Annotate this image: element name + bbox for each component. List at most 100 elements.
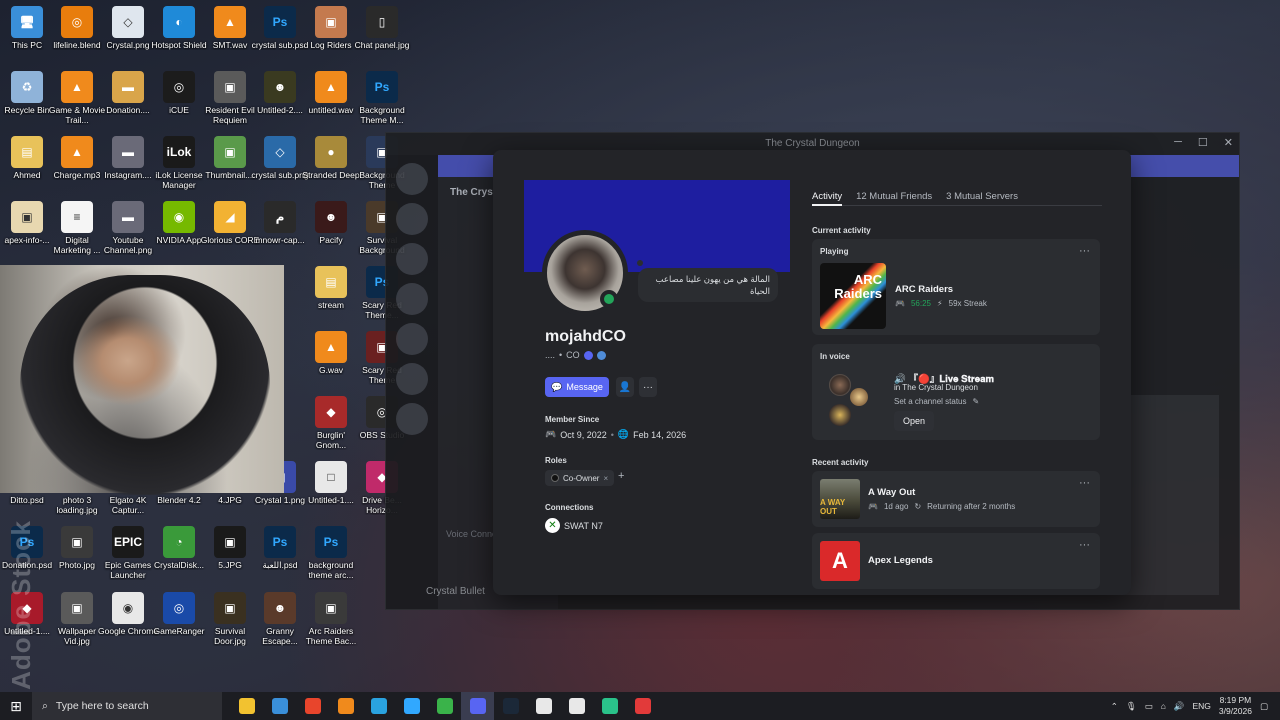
desktop-icon[interactable]: ☻ Granny Escape... [253,592,307,654]
server-icon[interactable] [396,243,428,275]
desktop-icon[interactable]: ☻ Pacify [304,201,358,263]
desktop-icon[interactable]: EPIC Epic Games Launcher [101,526,155,588]
desktop-icon[interactable]: ▲ untitled.wav [304,71,358,133]
desktop-icon[interactable]: ▬ Donation.... [101,71,155,133]
desktop-icon[interactable]: ♻ Recycle Bin [0,71,54,133]
taskbar-app-steam[interactable] [494,692,527,720]
desktop-icon[interactable]: ▲ Charge.mp3 [50,136,104,198]
desktop-icon[interactable]: Ps crystal sub.psd [252,6,308,68]
desktop-icon[interactable]: ▣ Arc Raiders Theme Bac... [304,592,358,654]
desktop-icon[interactable]: ◢ Glorious CORE [201,201,259,263]
desktop-icon[interactable]: Ps background theme arc... [304,526,358,588]
desktop-icon[interactable]: ◇ Crystal.png [101,6,155,68]
desktop-icon[interactable]: 🖥 This PC [0,6,54,68]
taskbar-app-epic[interactable] [527,692,560,720]
activity-menu-icon[interactable]: ··· [1079,539,1090,551]
desktop-icon[interactable]: ▣ 5.JPG [203,526,257,588]
server-icon[interactable] [396,163,428,195]
activity-menu-icon[interactable]: ··· [1079,477,1090,489]
desktop-icon[interactable]: ▯ Chat panel.jpg [355,6,409,68]
notifications-icon[interactable]: ▢ [1260,701,1268,712]
voice-member-avatar[interactable] [829,374,851,396]
desktop-icon[interactable]: ≡ Digital Marketing ... [50,201,104,263]
add-role-button[interactable]: + [618,470,624,482]
desktop-icon[interactable]: ◐ Hotspot Shield [151,6,207,68]
desktop-icon[interactable]: ▲ SMT.wav [203,6,257,68]
desktop-icon[interactable]: ● Stranded Deep [302,136,360,198]
voice-member-avatar[interactable] [850,388,868,406]
desktop-icon[interactable]: ◔ CrystalDisk... [152,526,206,588]
desktop-icon[interactable]: ▣ Thumbnail.... [203,136,257,198]
clock[interactable]: 8:19 PM 3/9/2026 [1219,695,1252,717]
taskbar-app-capcut[interactable] [560,692,593,720]
server-icon[interactable] [396,323,428,355]
desktop-icon[interactable]: ◇ crystal sub.png [251,136,309,198]
start-button[interactable]: ⊞ [0,692,32,720]
desktop-icon[interactable]: ▣ Log Riders [304,6,358,68]
desktop-icon[interactable]: ▣ Photo.jpg [50,526,104,588]
desktop-icon[interactable]: ▣ Wallpaper Vid.jpg [50,592,104,654]
desktop-icon[interactable]: ☻ Untitled-2.... [253,71,307,133]
taskbar-app-discord[interactable] [461,692,494,720]
desktop-icon[interactable]: ◉ NVIDIA App [152,201,206,263]
desktop-icon[interactable]: ▬ Youtube Channel.png [101,201,155,263]
voice-member-avatar[interactable] [829,404,851,426]
connection-row[interactable]: ✕ SWAT N7 [545,518,603,533]
recent-activity-item[interactable]: A ··· Apex Legends [812,533,1100,589]
taskbar-app-telegram[interactable] [362,692,395,720]
taskbar-app-obs[interactable] [626,692,659,720]
desktop-icon[interactable]: ◎ lifeline.blend [50,6,104,68]
tab-mutual-servers[interactable]: 3 Mutual Servers [946,180,1018,205]
taskbar-app-shield[interactable] [428,692,461,720]
taskbar-app-app-green[interactable] [593,692,626,720]
desktop-icon[interactable]: ▬ Instagram.... [101,136,155,198]
desktop-icon[interactable]: ◉ Google Chrome [98,592,158,654]
taskbar-app-photoshop[interactable] [395,692,428,720]
more-options-button[interactable]: ··· [639,377,657,397]
recent-activity-item[interactable]: A WAY OUT ··· A Way Out 🎮 1d ago ↻ Retur… [812,471,1100,527]
desktop-icon[interactable]: ▲ G.wav [304,331,358,393]
open-voice-button[interactable]: Open [894,411,934,431]
network-icon[interactable]: ⌂ [1161,701,1166,711]
activity-menu-icon[interactable]: ··· [1079,245,1090,257]
badge-icon[interactable] [583,350,593,360]
message-button[interactable]: 💬 Message [545,377,609,397]
remove-role-icon[interactable]: × [603,474,608,483]
language-indicator[interactable]: ENG [1192,701,1210,711]
desktop-icon[interactable]: Ps Background Theme M... [355,71,409,133]
desktop-icon[interactable]: □ Untitled-1.... [304,461,358,523]
monitor-icon[interactable]: ▭ [1145,701,1153,712]
tab-mutual-friends[interactable]: 12 Mutual Friends [856,180,932,205]
desktop-icon[interactable]: Ps اللعبة.psd [253,526,307,588]
desktop-icon[interactable]: ◆ Burglin' Gnom... [304,396,358,458]
taskbar-search[interactable]: ⌕ Type here to search [32,692,222,720]
volume-icon[interactable]: 🔊 [1174,701,1185,712]
set-channel-status[interactable]: Set a channel status ✎ [894,397,979,406]
maximize-icon[interactable]: ☐ [1198,136,1208,149]
server-icon[interactable] [396,363,428,395]
add-friend-button[interactable]: 👤 [616,377,634,397]
taskbar-app-file-explorer[interactable] [230,692,263,720]
gear-badge-icon[interactable] [596,350,606,360]
taskbar-app-vlc[interactable] [329,692,362,720]
taskbar-app-chrome[interactable] [296,692,329,720]
server-icon[interactable] [396,203,428,235]
desktop-icon[interactable]: ▣ Survival Door.jpg [203,592,257,654]
taskbar-app-window-app[interactable] [263,692,296,720]
desktop-icon[interactable]: ◎ iCUE [152,71,206,133]
server-icon[interactable] [396,403,428,435]
server-icon[interactable] [396,283,428,315]
desktop-icon[interactable]: ▤ Ahmed [0,136,54,198]
desktop-icon[interactable]: ◎ GameRanger [152,592,206,654]
desktop-icon[interactable]: ▣ apex-info-... [0,201,54,263]
desktop-icon[interactable]: م mnowr-cap... [253,201,307,263]
desktop-icon[interactable]: ▤ stream [304,266,358,328]
desktop-icon[interactable]: iLok iLok License Manager [152,136,206,198]
tab-activity[interactable]: Activity [812,180,843,206]
desktop-icon[interactable]: ▣ Resident Evil Requiem [203,71,257,133]
desktop-icon[interactable]: ▲ Game & Movie Trail... [49,71,105,133]
close-icon[interactable]: ✕ [1224,136,1233,149]
chevron-up-icon[interactable]: ⌃ [1111,701,1118,712]
microphone-icon[interactable]: 🎙 [1126,701,1137,712]
minimize-icon[interactable]: ─ [1174,136,1182,149]
